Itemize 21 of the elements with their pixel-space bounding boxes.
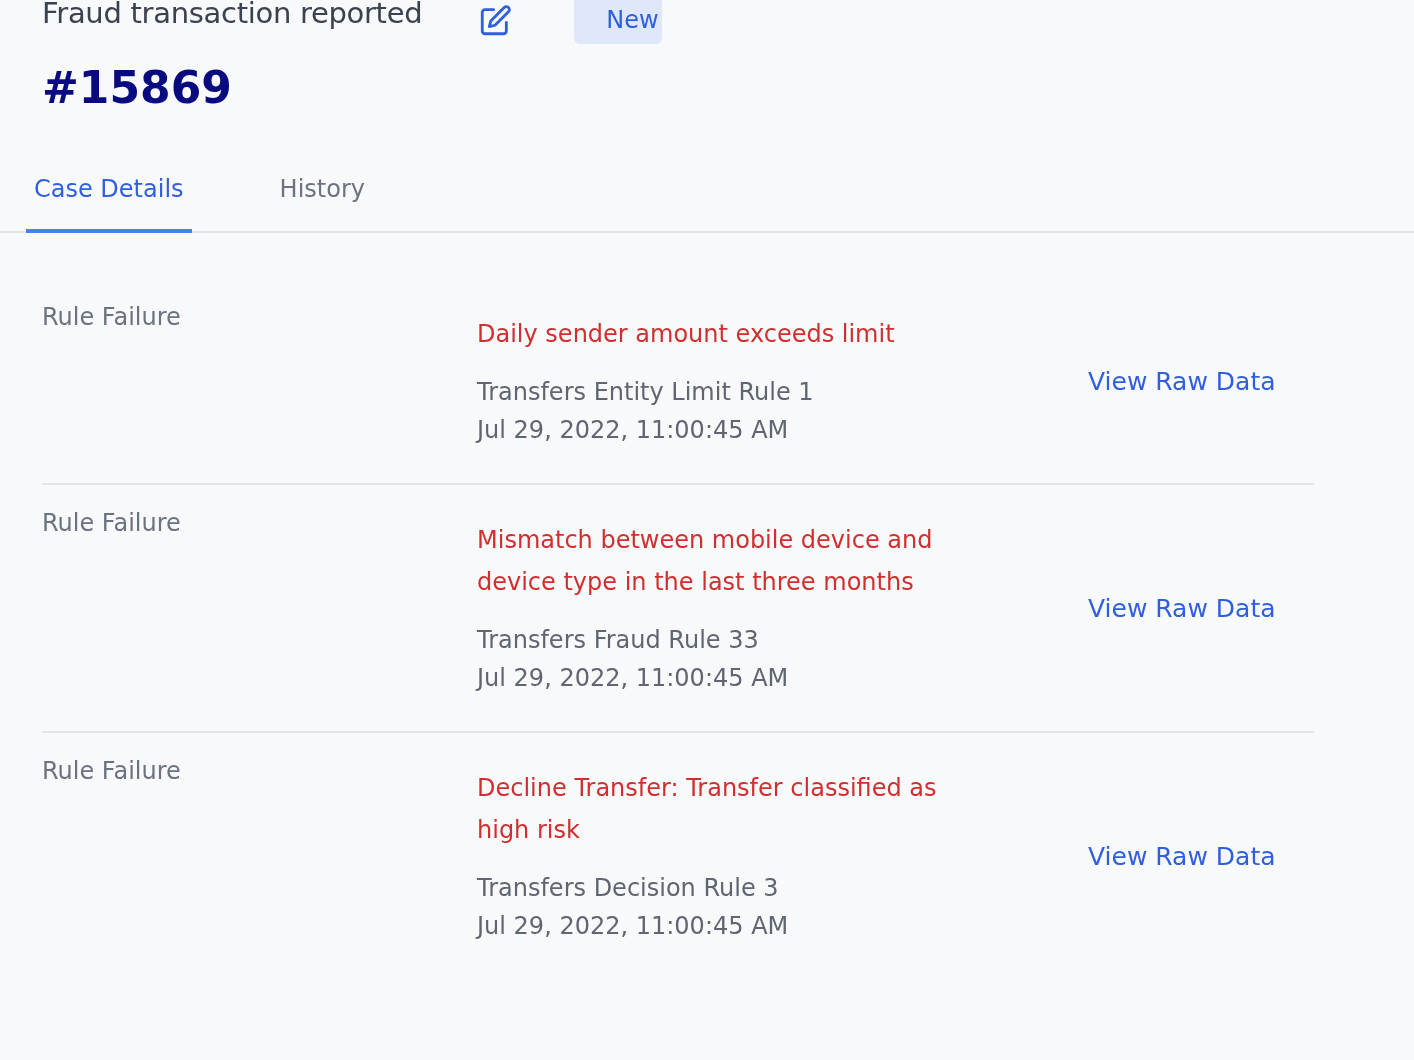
timestamp: Jul 29, 2022, 11:00:45 AM (477, 911, 790, 942)
rule-message: Decline Transfer: Transfer classified as high risk (477, 773, 938, 846)
row-label: Rule Failure (42, 509, 182, 537)
view-raw-data-link[interactable]: View Raw Data (1088, 593, 1276, 623)
timestamp: Jul 29, 2022, 11:00:45 AM (477, 663, 790, 694)
rule-name: Transfers Decision Rule 3 (477, 873, 780, 904)
rule-name: Transfers Fraud Rule 33 (477, 625, 760, 656)
view-raw-data-link[interactable]: View Raw Data (1088, 366, 1276, 396)
timestamp: Jul 29, 2022, 11:00:45 AM (477, 415, 790, 446)
tab[interactable]: History (271, 175, 373, 233)
tab[interactable]: Case Details (26, 175, 192, 233)
case-number: #15869 (41, 62, 233, 113)
row-label: Rule Failure (42, 303, 182, 331)
rule-message: Daily sender amount exceeds limit (477, 319, 896, 350)
edit-icon[interactable] (478, 4, 513, 38)
rule-message: Mismatch between mobile device and device type in the last three months (477, 525, 934, 598)
case-title: Fraud transaction reported (42, 0, 423, 30)
view-raw-data-link[interactable]: View Raw Data (1088, 841, 1276, 871)
rule-name: Transfers Entity Limit Rule 1 (477, 377, 815, 408)
status-badge: New (574, 0, 663, 44)
row-label: Rule Failure (42, 757, 182, 785)
